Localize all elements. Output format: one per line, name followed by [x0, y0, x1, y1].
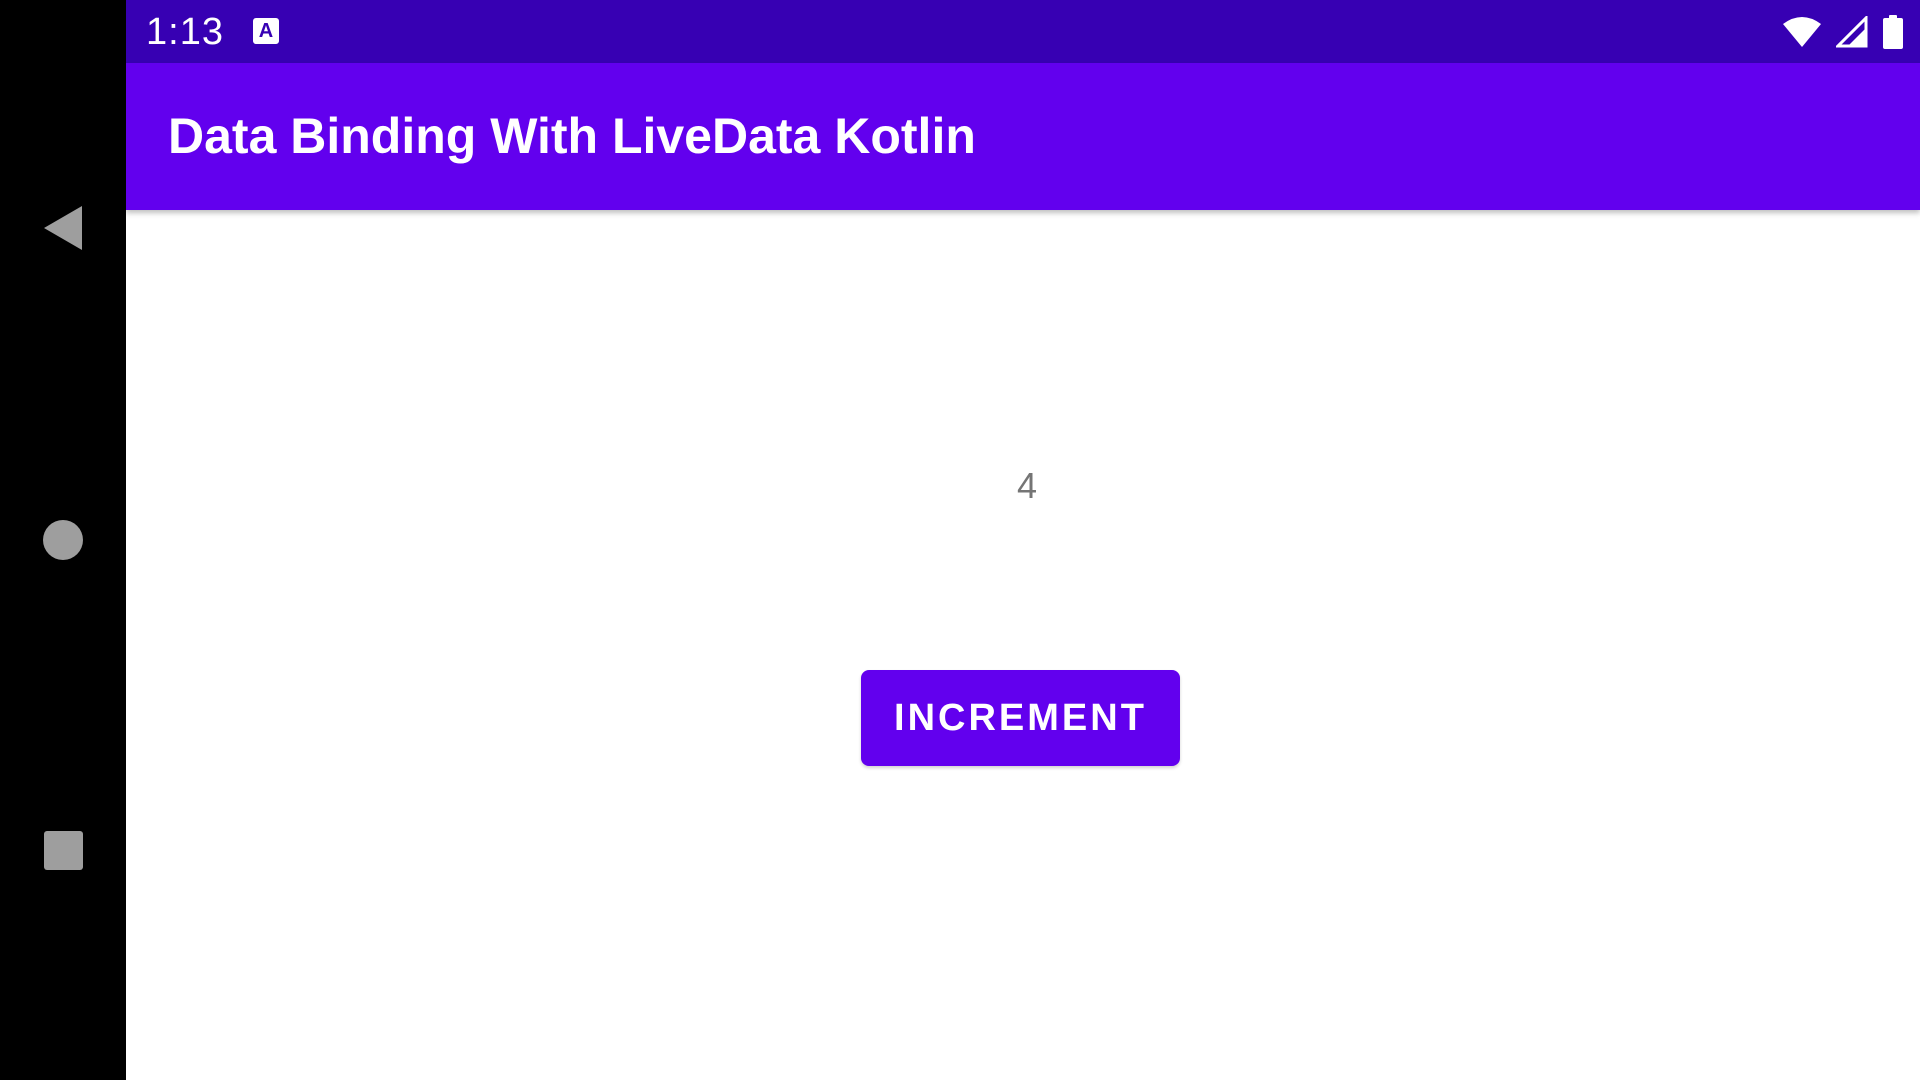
back-icon	[44, 206, 82, 250]
increment-button[interactable]: INCREMENT	[861, 670, 1180, 766]
status-icons	[1782, 14, 1904, 50]
cellular-signal-icon	[1836, 16, 1868, 48]
app-bar: Data Binding With LiveData Kotlin	[126, 63, 1920, 210]
text-input-icon: A	[253, 18, 279, 44]
battery-icon	[1883, 15, 1903, 49]
counter-value: 4	[1016, 465, 1038, 506]
main-content: 4 INCREMENT	[126, 210, 1920, 1080]
navigation-bar	[0, 0, 126, 1080]
device-screen: 1:13 A Data Binding With LiveData Kotlin…	[0, 0, 1920, 1080]
status-time: 1:13	[146, 11, 224, 53]
recents-icon	[43, 830, 83, 870]
home-icon	[43, 520, 83, 560]
home-button[interactable]	[0, 480, 126, 600]
status-bar: 1:13 A	[126, 0, 1920, 63]
app-title: Data Binding With LiveData Kotlin	[168, 108, 976, 164]
recents-button[interactable]	[0, 790, 126, 910]
back-button[interactable]	[0, 168, 126, 288]
wifi-icon	[1783, 17, 1821, 47]
